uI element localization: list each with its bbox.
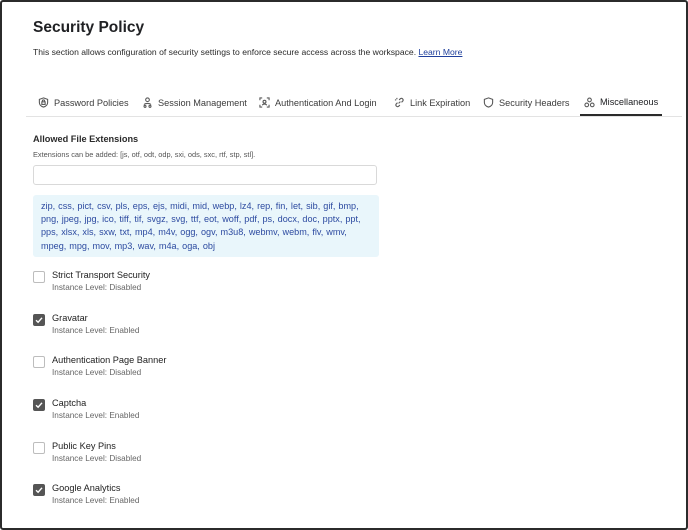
tab-miscellaneous[interactable]: Miscellaneous	[580, 90, 663, 116]
tab-label: Password Policies	[54, 97, 129, 108]
page-description: This section allows configuration of sec…	[33, 47, 462, 57]
learn-more-link[interactable]: Learn More	[418, 47, 462, 57]
checkmark-icon	[35, 402, 43, 409]
link-break-icon	[394, 97, 404, 108]
tab-security-headers[interactable]: Security Headers	[483, 90, 569, 115]
description-text: This section allows configuration of sec…	[33, 47, 417, 57]
tab-link-expiration[interactable]: Link Expiration	[394, 90, 470, 115]
tab-label: Link Expiration	[410, 97, 471, 108]
users-icon	[143, 97, 152, 108]
tab-authentication-and-login[interactable]: Authentication And Login	[259, 90, 377, 115]
file-extension-input[interactable]	[33, 165, 377, 185]
option-subtitle: Instance Level: Disabled	[52, 368, 142, 377]
tab-password-policies[interactable]: Password Policies	[38, 90, 129, 115]
tab-label: Security Headers	[499, 97, 570, 108]
google-analytics-checkbox[interactable]	[33, 484, 45, 496]
public-key-pins-checkbox[interactable]	[33, 442, 45, 454]
captcha-checkbox[interactable]	[33, 399, 45, 411]
option-subtitle: Instance Level: Enabled	[52, 326, 140, 335]
option-subtitle: Instance Level: Enabled	[52, 496, 140, 505]
tab-label: Session Management	[158, 97, 247, 108]
gravatar-checkbox[interactable]	[33, 314, 45, 326]
tab-label: Miscellaneous	[600, 97, 659, 107]
allowed-file-extensions-label: Allowed File Extensions	[33, 134, 139, 144]
tab-label: Authentication And Login	[275, 97, 377, 108]
option-title: Captcha	[52, 398, 87, 408]
option-title: Google Analytics	[52, 483, 121, 493]
option-title: Gravatar	[52, 313, 88, 323]
shapes-icon	[584, 97, 595, 107]
option-title: Public Key Pins	[52, 441, 116, 451]
checkmark-icon	[35, 317, 43, 324]
shield-lock-icon	[38, 97, 49, 108]
tab-bar: Password Policies Session Management Aut…	[26, 90, 682, 117]
option-title: Strict Transport Security	[52, 270, 151, 280]
option-subtitle: Instance Level: Disabled	[52, 283, 142, 292]
authentication-page-banner-checkbox[interactable]	[33, 356, 45, 368]
shield-icon	[483, 97, 494, 108]
face-scan-icon	[259, 97, 270, 108]
allowed-file-extensions-hint: Extensions can be added: [js, otf, odt, …	[33, 150, 256, 159]
checkmark-icon	[35, 487, 43, 494]
page-title: Security Policy	[33, 19, 145, 36]
option-subtitle: Instance Level: Enabled	[52, 411, 140, 420]
option-subtitle: Instance Level: Disabled	[52, 454, 142, 463]
security-policy-panel: Security Policy This section allows conf…	[0, 0, 688, 530]
strict-transport-security-checkbox[interactable]	[33, 271, 45, 283]
allowed-extensions-list: zip, css, pict, csv, pls, eps, ejs, midi…	[33, 195, 379, 257]
option-title: Authentication Page Banner	[52, 355, 167, 365]
tab-session-management[interactable]: Session Management	[142, 90, 247, 115]
